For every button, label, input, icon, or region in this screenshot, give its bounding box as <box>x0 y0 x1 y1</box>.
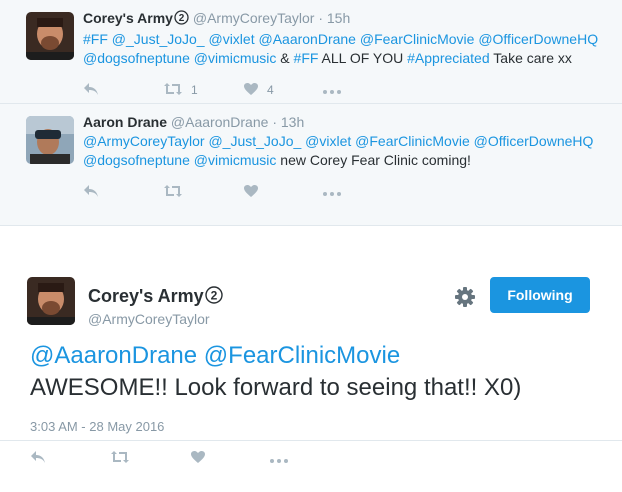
svg-text:2: 2 <box>179 13 185 24</box>
reply-button[interactable] <box>83 184 163 201</box>
retweet-count: 1 <box>191 83 198 97</box>
author-name[interactable]: Corey's Army <box>83 10 173 26</box>
main-tweet-text: @AaaronDrane @FearClinicMovie AWESOME!! … <box>30 340 600 404</box>
tweet-date[interactable]: 3:03 AM - 28 May 2016 <box>30 419 164 434</box>
gear-icon[interactable] <box>454 286 476 308</box>
timestamp[interactable]: 13h <box>281 114 304 130</box>
tweet-text-part: Take care xx <box>489 50 572 66</box>
tweet-text: @ArmyCoreyTaylor @_Just_JoJo_ @vixlet @F… <box>83 132 610 170</box>
svg-text:2: 2 <box>210 289 217 303</box>
conversation-thread: Corey's Army 2 @ArmyCoreyTaylor · 15h #FF… <box>0 0 622 226</box>
more-button[interactable] <box>323 83 341 97</box>
main-author: Corey's Army 2 @ArmyCoreyTaylor <box>88 286 223 327</box>
avatar[interactable] <box>26 12 74 60</box>
retweet-icon <box>163 82 183 99</box>
author-handle[interactable]: @ArmyCoreyTaylor <box>88 311 223 327</box>
divider <box>0 440 622 441</box>
tweet-actions: 1 4 <box>83 80 610 100</box>
retweet-button[interactable] <box>163 184 243 201</box>
retweet-icon <box>110 450 130 467</box>
hashtag-link[interactable]: #Appreciated <box>407 50 490 66</box>
author-handle[interactable]: @AaaronDrane <box>171 114 269 130</box>
reply-button[interactable] <box>30 450 110 467</box>
avatar[interactable] <box>27 277 75 325</box>
tweet-text-part: ALL OF YOU <box>318 50 408 66</box>
tweet-body: AWESOME!! Look forward to seeing that!! … <box>30 374 522 401</box>
reply-icon <box>30 450 46 467</box>
author-handle[interactable]: @ArmyCoreyTaylor <box>193 10 315 26</box>
heart-icon <box>243 82 259 99</box>
tweet-actions <box>30 450 350 467</box>
like-count: 4 <box>267 83 274 97</box>
like-button[interactable]: 4 <box>243 82 323 99</box>
tweet-item[interactable]: Aaron Drane @AaaronDrane · 13h @ArmyCore… <box>0 104 622 226</box>
tweet-item[interactable]: Corey's Army 2 @ArmyCoreyTaylor · 15h #FF… <box>0 0 622 104</box>
avatar[interactable] <box>26 116 74 164</box>
reply-button[interactable] <box>83 82 163 99</box>
more-icon <box>323 185 341 199</box>
separator-dot: · <box>272 114 277 130</box>
heart-icon <box>243 184 259 201</box>
more-icon <box>323 83 341 97</box>
retweet-button[interactable]: 1 <box>163 82 243 99</box>
circled-2-icon: 2 <box>174 10 189 28</box>
following-button[interactable]: Following <box>490 277 590 313</box>
author-name[interactable]: Aaron Drane <box>83 114 167 130</box>
more-button[interactable] <box>270 452 350 466</box>
reply-icon <box>83 82 99 99</box>
mention-link[interactable]: @AaaronDrane @FearClinicMovie <box>30 342 400 369</box>
timestamp[interactable]: 15h <box>327 10 350 26</box>
heart-icon <box>190 450 206 467</box>
hashtag-link[interactable]: #FF <box>294 50 319 66</box>
tweet-text-part: & <box>276 50 294 66</box>
retweet-button[interactable] <box>110 450 190 467</box>
like-button[interactable] <box>190 450 270 467</box>
circled-2-icon: 2 <box>204 286 223 309</box>
more-icon <box>270 452 288 466</box>
tweet-text: #FF @_Just_JoJo_ @vixlet @AaaronDrane @F… <box>83 30 610 68</box>
tweet-text-part: new Corey Fear Clinic coming! <box>276 152 471 168</box>
reply-icon <box>83 184 99 201</box>
like-button[interactable] <box>243 184 323 201</box>
tweet-actions <box>83 182 610 202</box>
separator-dot: · <box>318 10 323 26</box>
retweet-icon <box>163 184 183 201</box>
author-name[interactable]: Corey's Army <box>88 286 204 306</box>
more-button[interactable] <box>323 185 341 199</box>
